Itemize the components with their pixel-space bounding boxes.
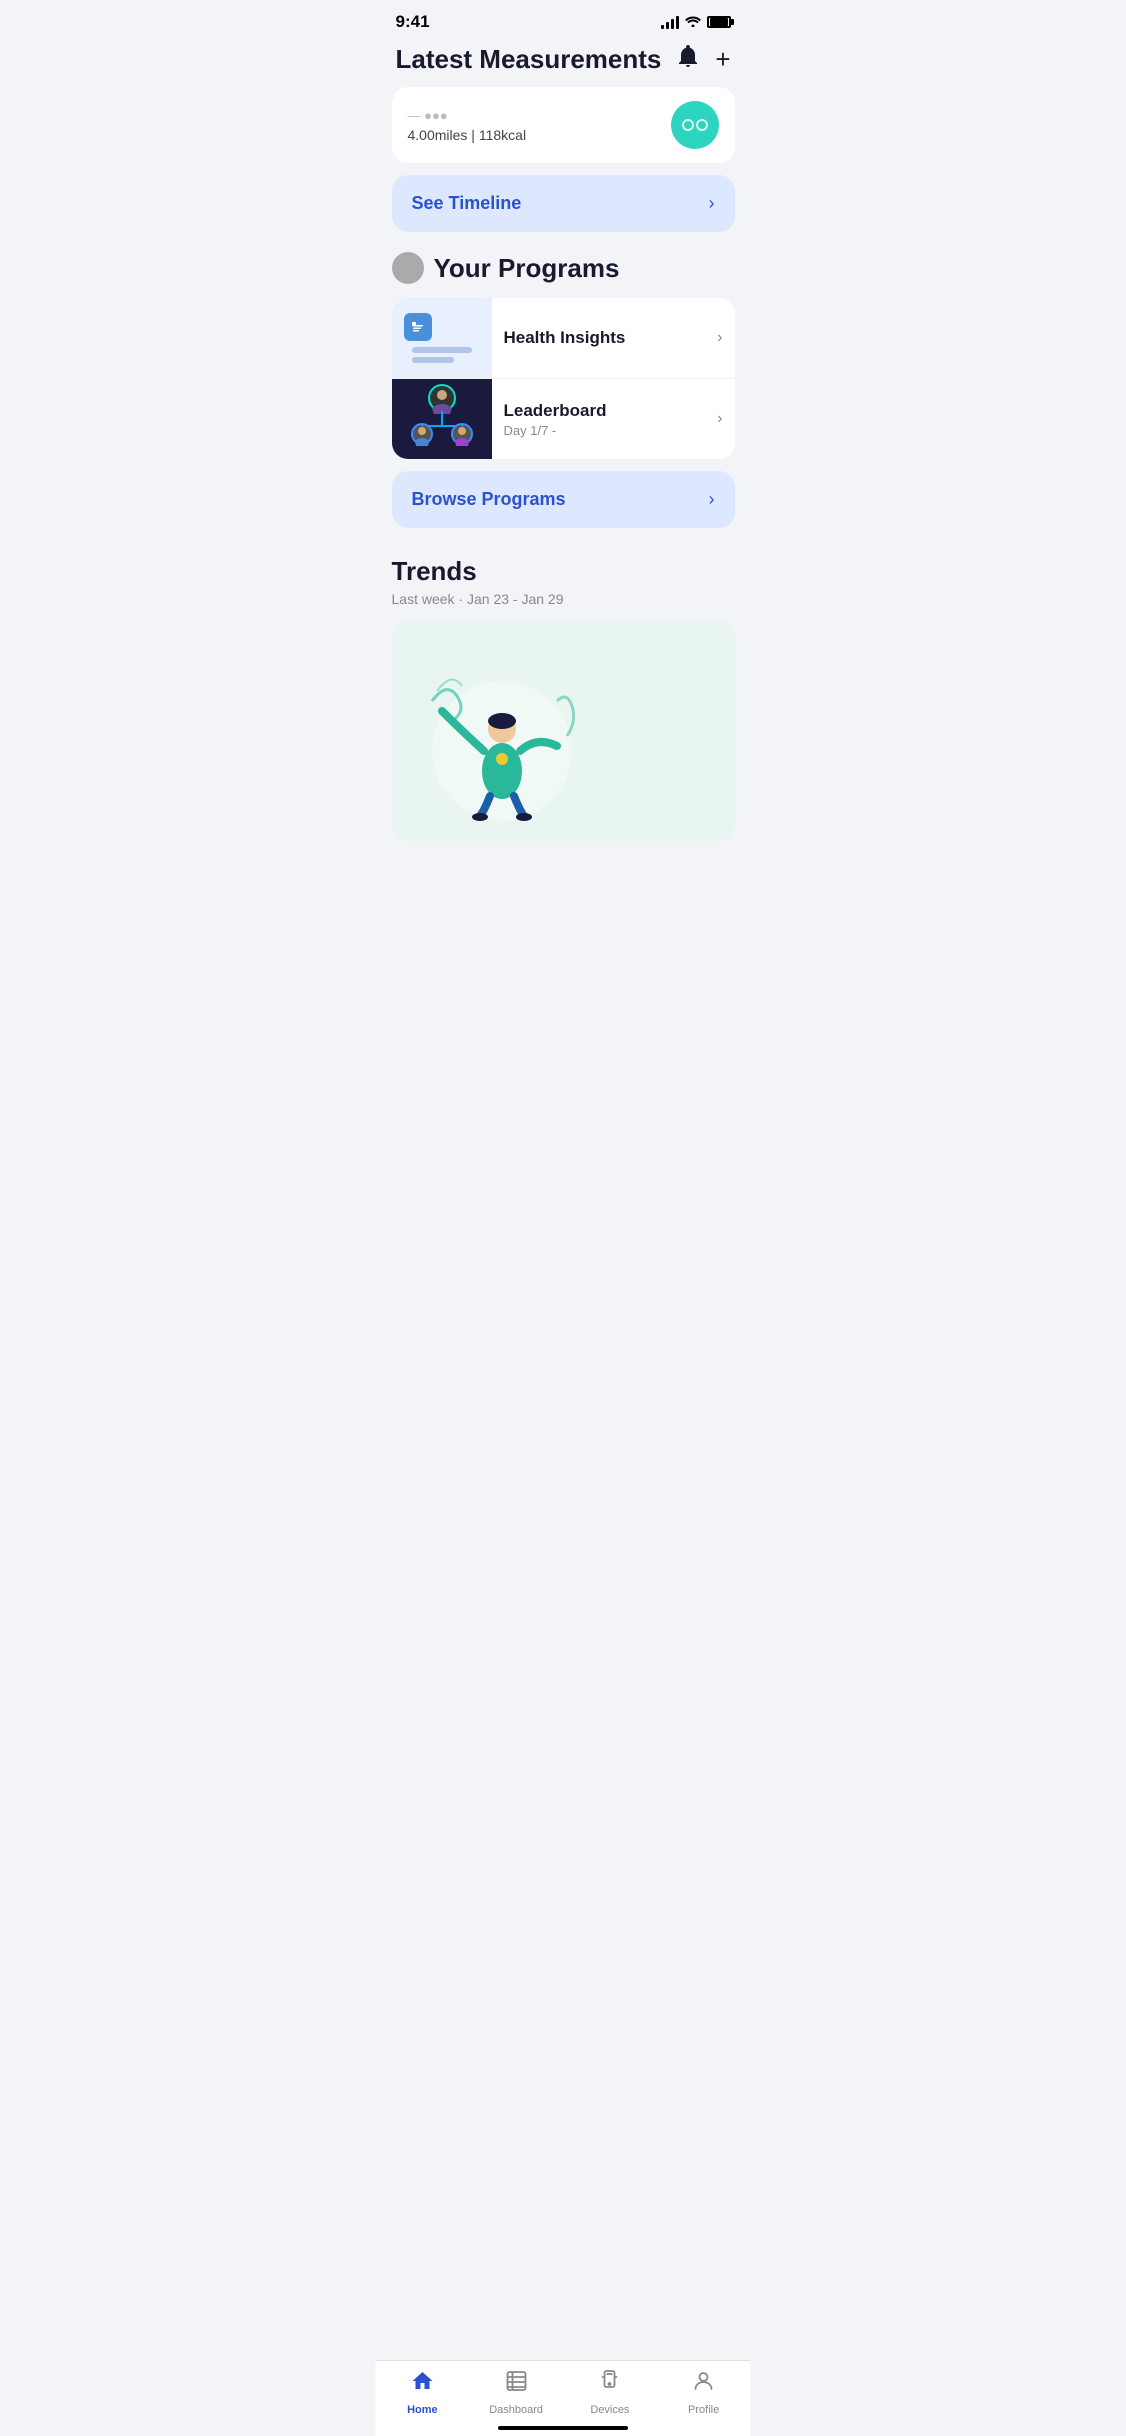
leaderboard-chevron-icon: ›	[717, 410, 722, 428]
nav-item-devices[interactable]: Devices	[580, 2369, 640, 2416]
leaderboard-program-sub: Day 1/7 -	[504, 423, 607, 438]
page-title: Latest Measurements	[396, 44, 662, 75]
health-line-short	[412, 357, 454, 363]
browse-chevron-icon: ›	[709, 489, 715, 510]
section-dot-icon	[392, 252, 424, 284]
timeline-chevron-icon: ›	[709, 193, 715, 214]
status-bar: 9:41	[376, 0, 751, 36]
home-icon	[410, 2369, 434, 2400]
see-timeline-button[interactable]: See Timeline ›	[392, 175, 735, 232]
nav-item-profile[interactable]: Profile	[674, 2369, 734, 2416]
programs-title: Your Programs	[434, 253, 620, 284]
browse-programs-button[interactable]: Browse Programs ›	[392, 471, 735, 528]
status-icons	[661, 15, 731, 30]
leaderboard-program-name: Leaderboard	[504, 401, 607, 421]
trends-card[interactable]	[392, 621, 735, 841]
trends-section: Trends Last week · Jan 23 - Jan 29	[392, 556, 735, 841]
nav-item-home[interactable]: Home	[392, 2369, 452, 2416]
health-program-info: Health Insights ›	[492, 314, 735, 362]
nav-label-devices: Devices	[590, 2404, 629, 2416]
browse-btn-label: Browse Programs	[412, 489, 566, 510]
scroll-content: — ●●● 4.00miles | 118kcal See Timeline ›…	[376, 87, 751, 947]
nav-label-dashboard: Dashboard	[489, 2404, 543, 2416]
signal-bars-icon	[661, 15, 679, 29]
nav-label-home: Home	[407, 2404, 438, 2416]
activity-info: — ●●● 4.00miles | 118kcal	[408, 108, 527, 143]
health-program-name: Health Insights	[504, 328, 626, 348]
nav-label-profile: Profile	[688, 2404, 719, 2416]
wifi-icon	[685, 15, 701, 30]
battery-icon	[707, 16, 731, 28]
trends-title: Trends	[392, 556, 735, 587]
activity-card: — ●●● 4.00miles | 118kcal	[392, 87, 735, 163]
devices-icon	[598, 2369, 622, 2400]
profile-icon	[692, 2369, 716, 2400]
timeline-btn-label: See Timeline	[412, 193, 522, 214]
health-thumbnail	[392, 298, 492, 378]
header-actions: +	[677, 44, 730, 75]
program-item-leaderboard[interactable]: Leaderboard Day 1/7 - ›	[392, 379, 735, 459]
activity-stats: 4.00miles | 118kcal	[408, 127, 527, 143]
health-chevron-icon: ›	[717, 329, 722, 347]
leaderboard-thumbnail	[392, 379, 492, 459]
activity-title: — ●●●	[408, 108, 527, 123]
trends-subtitle: Last week · Jan 23 - Jan 29	[392, 591, 735, 607]
health-icon	[404, 313, 432, 341]
activity-circle	[671, 101, 719, 149]
page-header: Latest Measurements +	[376, 36, 751, 87]
programs-list: Health Insights ›	[392, 298, 735, 459]
leaderboard-program-info: Leaderboard Day 1/7 - ›	[492, 387, 735, 452]
bottom-nav: Home Dashboard Devices	[376, 2360, 751, 2436]
programs-section-header: Your Programs	[392, 252, 735, 284]
program-item-health[interactable]: Health Insights ›	[392, 298, 735, 379]
health-line-long	[412, 347, 472, 353]
nav-item-dashboard[interactable]: Dashboard	[486, 2369, 546, 2416]
notification-icon[interactable]	[677, 45, 699, 75]
add-icon[interactable]: +	[715, 44, 730, 75]
home-indicator	[498, 2426, 628, 2430]
dashboard-icon	[504, 2369, 528, 2400]
status-time: 9:41	[396, 12, 430, 32]
